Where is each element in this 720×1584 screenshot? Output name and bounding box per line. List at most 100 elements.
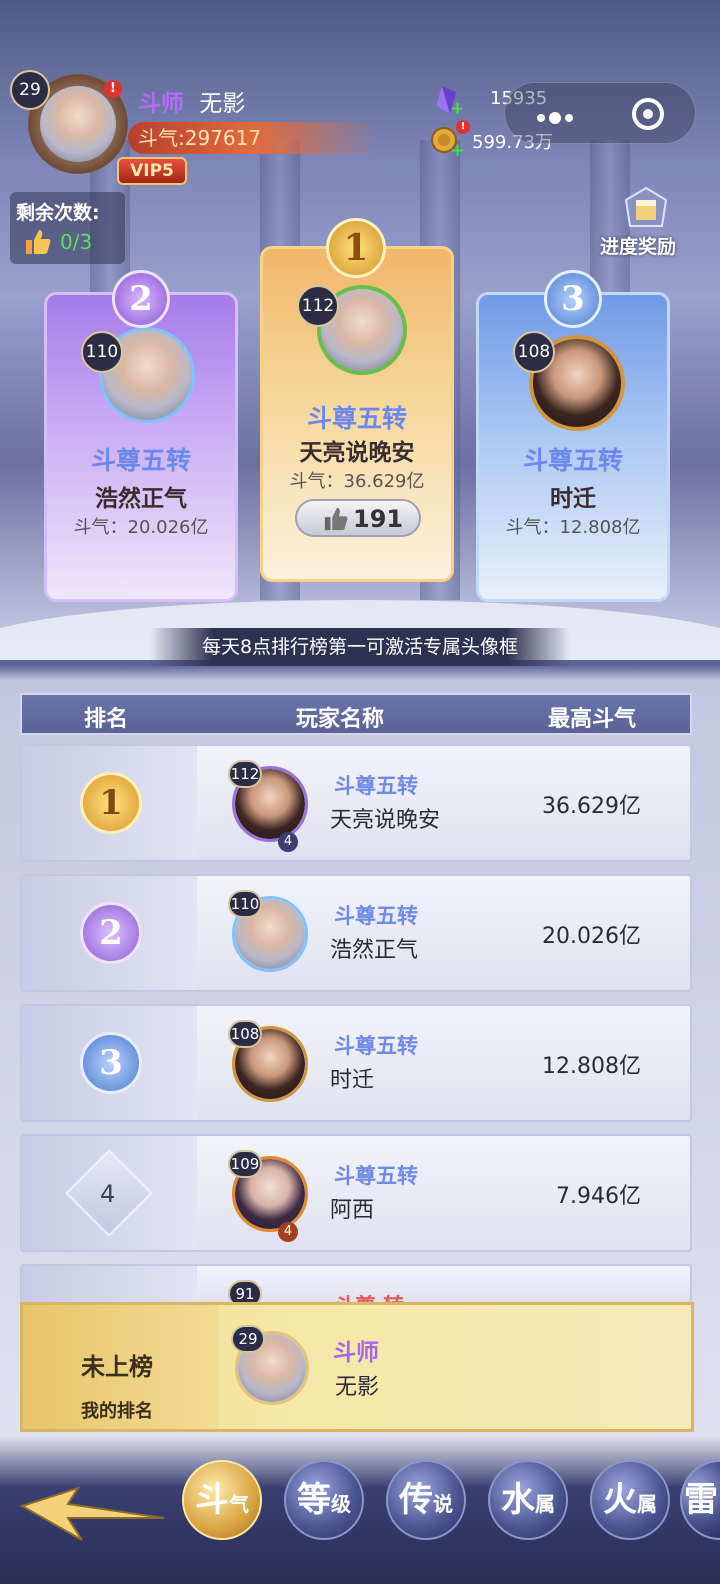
row-player-name: 时迁 xyxy=(330,1068,375,1093)
player-title: 斗师 xyxy=(138,91,184,117)
row-level: 108 xyxy=(228,1020,262,1048)
row-level: 109 xyxy=(228,1150,262,1178)
podium-rank-title: 斗尊五转 xyxy=(522,446,623,475)
podium-player-name: 天亮说晚安 xyxy=(299,440,415,466)
like-button[interactable]: 191 xyxy=(295,499,421,537)
tab-water[interactable]: 水属 xyxy=(488,1460,568,1540)
row-rank-title: 斗尊五转 xyxy=(334,774,418,798)
tab-douqi[interactable]: 斗气 xyxy=(182,1460,262,1540)
podium-level: 110 xyxy=(81,331,123,373)
rank-2-medal: 2 xyxy=(80,902,142,964)
leaderboard-notice: 每天8点排行榜第一可激活专属头像框 xyxy=(150,628,570,666)
more-icon[interactable] xyxy=(535,109,585,124)
col-rank: 排名 xyxy=(84,707,129,732)
tab-label-top: 水 xyxy=(501,1480,535,1520)
row-rank-title: 斗尊五转 xyxy=(334,904,418,928)
row-power: 20.026亿 xyxy=(542,924,641,949)
my-rank-label: 我的排名 xyxy=(81,1401,153,1422)
rank-1-medal: 1 xyxy=(80,772,142,834)
my-rank-status: 未上榜 xyxy=(81,1353,153,1381)
tab-label-top: 雷 xyxy=(684,1480,718,1520)
row-star: 4 xyxy=(278,1222,298,1242)
remaining-panel: 剩余次数: 0/3 xyxy=(10,192,125,264)
podium-rank-title: 斗尊五转 xyxy=(90,446,191,475)
tab-fire[interactable]: 火属 xyxy=(590,1460,670,1540)
alert-dot: ! xyxy=(104,80,122,98)
row-rank-title: 斗尊五转 xyxy=(334,1034,418,1058)
avatar-portrait xyxy=(40,86,116,162)
tab-label-top: 等 xyxy=(297,1480,331,1520)
row-player-name: 天亮说晚安 xyxy=(330,808,441,833)
thumb-up-icon xyxy=(24,228,52,256)
progress-reward-button[interactable]: 进度奖励 xyxy=(598,186,694,262)
table-row[interactable]: 4 109 4 斗尊五转 阿西 7.946亿 xyxy=(20,1134,692,1252)
podium-player-name: 时迁 xyxy=(550,486,596,512)
table-row[interactable]: 3 108 斗尊五转 时迁 12.808亿 xyxy=(20,1004,692,1122)
my-title: 斗师 xyxy=(333,1340,379,1366)
tab-level[interactable]: 等级 xyxy=(284,1460,364,1540)
row-rank-title: 斗尊五转 xyxy=(334,1164,418,1188)
row-player-name: 浩然正气 xyxy=(330,938,419,963)
close-target-icon[interactable] xyxy=(631,97,665,131)
chest-icon xyxy=(624,186,668,230)
like-count: 191 xyxy=(353,505,404,533)
rank-3-medal: 3 xyxy=(544,270,602,328)
table-row[interactable]: 2 110 斗尊五转 浩然正气 20.026亿 xyxy=(20,874,692,992)
svg-text:+: + xyxy=(450,98,462,116)
table-row[interactable]: 91 斗尊 转 xyxy=(20,1264,692,1304)
tab-label-bottom: 气 xyxy=(229,1492,249,1516)
table-row[interactable]: 1 112 4 斗尊五转 天亮说晚安 36.629亿 xyxy=(20,744,692,862)
vip-badge[interactable]: VIP5 xyxy=(117,157,187,185)
player-name: 无影 xyxy=(199,91,246,117)
remaining-label: 剩余次数: xyxy=(16,202,100,224)
col-player-name: 玩家名称 xyxy=(296,707,385,732)
podium-power: 斗气：12.808亿 xyxy=(505,517,641,538)
tab-label-top: 斗 xyxy=(195,1480,229,1520)
podium-power: 斗气：20.026亿 xyxy=(73,517,209,538)
tab-legend[interactable]: 传说 xyxy=(386,1460,466,1540)
rank-1-medal: 1 xyxy=(326,218,386,278)
system-capsule xyxy=(504,82,696,144)
podium-card-1[interactable]: 112 斗尊五转 天亮说晚安 斗气：36.629亿 191 xyxy=(260,246,454,582)
my-level: 29 xyxy=(231,1325,265,1353)
podium-level: 112 xyxy=(297,285,339,327)
row-power: 12.808亿 xyxy=(542,1054,641,1079)
svg-text:+: + xyxy=(450,140,464,158)
rank-cell xyxy=(22,1266,197,1302)
gold-alert-dot: ! xyxy=(456,120,470,134)
remaining-value: 0/3 xyxy=(60,230,93,254)
gem-icon: + xyxy=(430,84,465,119)
tab-label-bottom: 属 xyxy=(535,1492,555,1516)
tab-label-top: 传 xyxy=(399,1480,433,1520)
tab-label-top: 火 xyxy=(603,1480,637,1520)
player-level-badge: 29 xyxy=(10,70,50,110)
podium-card-3[interactable]: 108 斗尊五转 时迁 斗气：12.808亿 xyxy=(476,292,670,602)
progress-reward-label: 进度奖励 xyxy=(600,236,677,258)
podium-card-2[interactable]: 110 斗尊五转 浩然正气 斗气：20.026亿 xyxy=(44,292,238,602)
tab-label-bottom: 属 xyxy=(637,1492,657,1516)
row-player-name: 阿西 xyxy=(330,1198,375,1223)
row-star: 4 xyxy=(278,832,298,852)
row-power: 7.946亿 xyxy=(556,1184,641,1209)
my-name: 无影 xyxy=(335,1375,380,1400)
row-level: 112 xyxy=(228,760,262,788)
back-arrow-icon[interactable] xyxy=(18,1484,168,1544)
rank-3-medal: 3 xyxy=(80,1032,142,1094)
rank-number: 4 xyxy=(100,1180,116,1208)
my-rank-bar: 未上榜 我的排名 29 斗师 无影 xyxy=(20,1302,694,1432)
podium-level: 108 xyxy=(513,331,555,373)
podium-player-name: 浩然正气 xyxy=(95,486,187,512)
tab-label-bottom: 说 xyxy=(433,1492,453,1516)
tab-label-bottom: 级 xyxy=(331,1492,351,1516)
thumb-up-icon xyxy=(323,506,349,532)
player-title-line: 斗师 无影 xyxy=(138,84,245,118)
table-header: 排名 玩家名称 最高斗气 xyxy=(20,693,692,735)
player-power: 斗气:297617 xyxy=(128,122,378,154)
row-level: 110 xyxy=(228,890,262,918)
podium-power: 斗气：36.629亿 xyxy=(289,471,425,492)
row-level: 91 xyxy=(228,1280,262,1302)
col-max-power: 最高斗气 xyxy=(548,707,637,732)
rank-2-medal: 2 xyxy=(112,270,170,328)
podium-rank-title: 斗尊五转 xyxy=(306,404,407,433)
row-power: 36.629亿 xyxy=(542,794,641,819)
